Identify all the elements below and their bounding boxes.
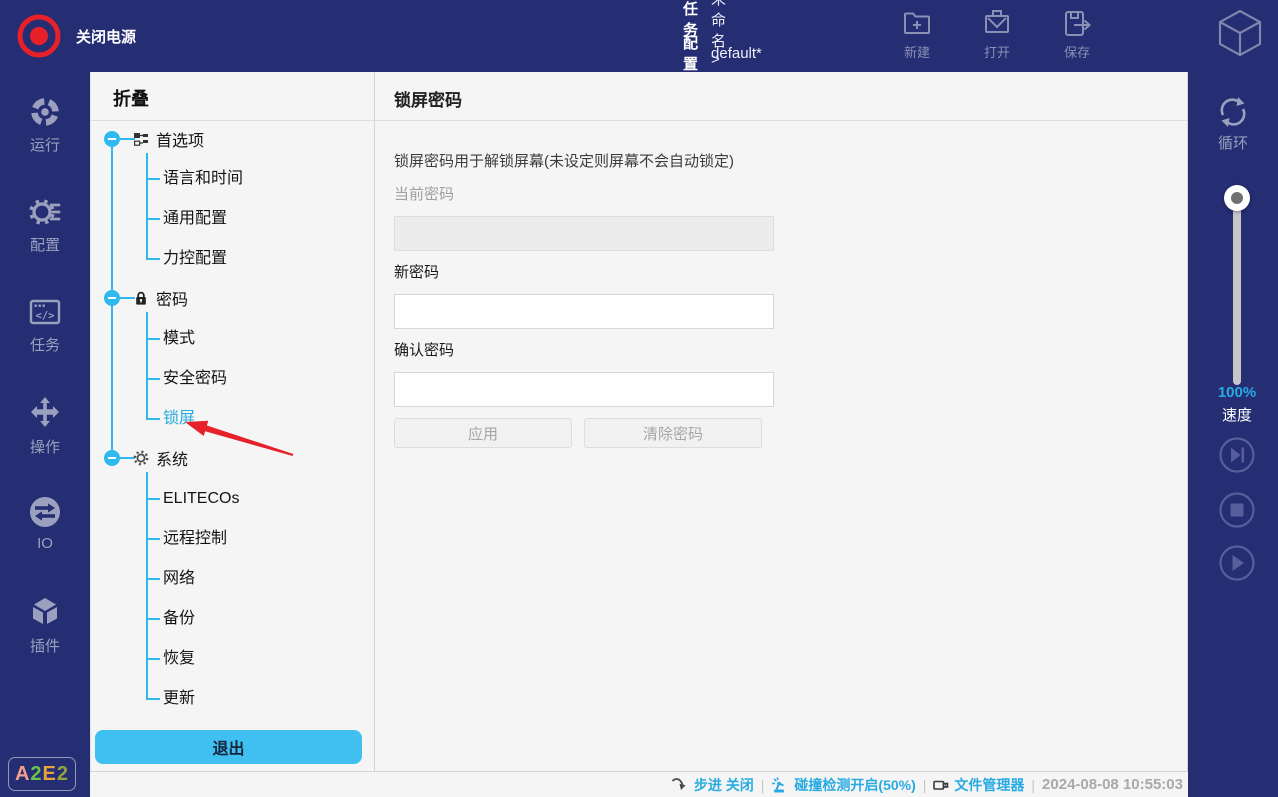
loop-icon: [1215, 94, 1251, 130]
clear-password-button[interactable]: 清除密码: [584, 418, 762, 448]
task-icon: </>: [28, 295, 62, 329]
nav-label-plugin: 插件: [0, 635, 90, 656]
tree-divider: [91, 120, 374, 121]
stop-button[interactable]: [1217, 490, 1257, 530]
tree-item-mode[interactable]: 模式: [163, 328, 195, 350]
tree-item-elitecos[interactable]: ELITECOs: [163, 488, 239, 510]
tree-item-remote-control[interactable]: 远程控制: [163, 528, 227, 550]
lock-screen-password-panel: 锁屏密码 锁屏密码用于解锁屏幕(未设定则屏幕不会自动锁定) 当前密码 新密码 确…: [375, 72, 1188, 771]
page-title: 锁屏密码: [394, 86, 462, 111]
description-text: 锁屏密码用于解锁屏幕(未设定则屏幕不会自动锁定): [394, 151, 734, 173]
collision-detection-status[interactable]: 碰撞检测开启(50%): [771, 775, 915, 795]
config-label: 配置: [683, 32, 698, 74]
nav-item-io[interactable]: [0, 495, 90, 529]
config-value: default*: [711, 45, 762, 62]
nav-item-config[interactable]: [0, 195, 90, 229]
tree-node-preferences[interactable]: 首选项: [133, 127, 204, 151]
file-manager-button[interactable]: 文件管理器: [933, 775, 1024, 795]
jog-icon: [28, 395, 62, 429]
step-forward-button[interactable]: [1217, 435, 1257, 475]
tree-item-language-time[interactable]: 语言和时间: [163, 168, 243, 190]
nav-label-jog: 操作: [0, 436, 90, 457]
nav-label-run: 运行: [0, 134, 90, 155]
current-password-input[interactable]: [394, 216, 774, 251]
settings-tree-panel: 折叠 首选项 语言和时间 通用配置 力控配置: [90, 72, 375, 771]
step-mode-icon: [671, 777, 689, 792]
svg-text:</>: </>: [36, 310, 55, 322]
apply-button[interactable]: 应用: [394, 418, 572, 448]
tree-item-lock-screen[interactable]: 锁屏: [163, 408, 195, 430]
tree-item-safety-password[interactable]: 安全密码: [163, 368, 227, 390]
nav-item-jog[interactable]: [0, 395, 90, 429]
new-password-input[interactable]: [394, 294, 774, 329]
loop-label: 循环: [1188, 132, 1278, 153]
tree-toggle-preferences[interactable]: [104, 131, 120, 147]
tree-node-password[interactable]: 密码: [133, 286, 188, 310]
loop-button[interactable]: [1188, 94, 1278, 130]
save-button[interactable]: 保存: [1048, 8, 1106, 66]
power-off-button[interactable]: 关闭电源: [76, 0, 136, 72]
nav-label-io: IO: [0, 535, 90, 552]
topbar: 关闭电源 任务 <未命名> 配置 default* 新建: [0, 0, 1278, 72]
a2e2-badge[interactable]: A2E2: [8, 757, 76, 791]
nav-item-run[interactable]: [0, 95, 90, 129]
tree-item-network[interactable]: 网络: [163, 568, 195, 590]
tree-item-force-config[interactable]: 力控配置: [163, 248, 227, 270]
status-bar: 步进 关闭 | 碰撞检测开启(50%) | 文件管理器 | 2024-08-08…: [90, 771, 1188, 797]
play-button[interactable]: [1217, 543, 1257, 583]
nav-label-task: 任务: [0, 334, 90, 355]
exit-button[interactable]: 退出: [95, 730, 362, 764]
tree-item-general-config[interactable]: 通用配置: [163, 208, 227, 230]
config-icon: [28, 195, 62, 229]
speed-slider-track[interactable]: [1233, 195, 1241, 385]
gear-icon: [133, 450, 149, 466]
collision-detection-icon: [771, 776, 789, 794]
tree-item-update[interactable]: 更新: [163, 688, 195, 710]
tree-node-system[interactable]: 系统: [133, 446, 188, 470]
tree-item-backup[interactable]: 备份: [163, 608, 195, 630]
current-password-label: 当前密码: [394, 184, 454, 206]
speed-slider-handle[interactable]: [1224, 185, 1250, 211]
separator: |: [1031, 777, 1035, 793]
nav-item-task[interactable]: </>: [0, 295, 90, 329]
open-file-icon: [981, 8, 1013, 40]
tree-toggle-system[interactable]: [104, 450, 120, 466]
new-password-label: 新密码: [394, 262, 439, 284]
confirm-password-label: 确认密码: [394, 340, 454, 362]
new-file-icon: [901, 8, 933, 40]
power-button-icon[interactable]: [16, 13, 62, 59]
plugin-icon: [28, 595, 62, 629]
panel-divider: [375, 120, 1187, 121]
confirm-password-input[interactable]: [394, 372, 774, 407]
datetime-display: 2024-08-08 10:55:03: [1042, 776, 1183, 793]
new-button[interactable]: 新建: [888, 8, 946, 66]
speed-label: 速度: [1188, 404, 1278, 425]
robot-teach-pendant-screen: 关闭电源 任务 <未命名> 配置 default* 新建: [0, 0, 1278, 797]
nav-label-config: 配置: [0, 234, 90, 255]
preferences-icon: [133, 131, 149, 147]
open-button[interactable]: 打开: [968, 8, 1026, 66]
lock-icon: [133, 290, 149, 306]
save-icon: [1061, 8, 1093, 40]
left-nav-sidebar: 运行 配置 </> 任务 操作: [0, 72, 90, 797]
elite-logo-icon: [1214, 8, 1266, 60]
step-mode-status[interactable]: 步进 关闭: [671, 775, 754, 795]
tree-toggle-password[interactable]: [104, 290, 120, 306]
speed-value: 100%: [1188, 384, 1278, 401]
separator: |: [761, 777, 765, 793]
run-icon: [28, 95, 62, 129]
io-icon: [28, 495, 62, 529]
tree-item-restore[interactable]: 恢复: [163, 648, 195, 670]
nav-item-plugin[interactable]: [0, 595, 90, 629]
right-control-sidebar: 循环 100% 速度: [1188, 72, 1278, 797]
file-manager-icon: [933, 777, 949, 793]
separator: |: [923, 777, 927, 793]
collapse-header[interactable]: 折叠: [113, 85, 149, 111]
